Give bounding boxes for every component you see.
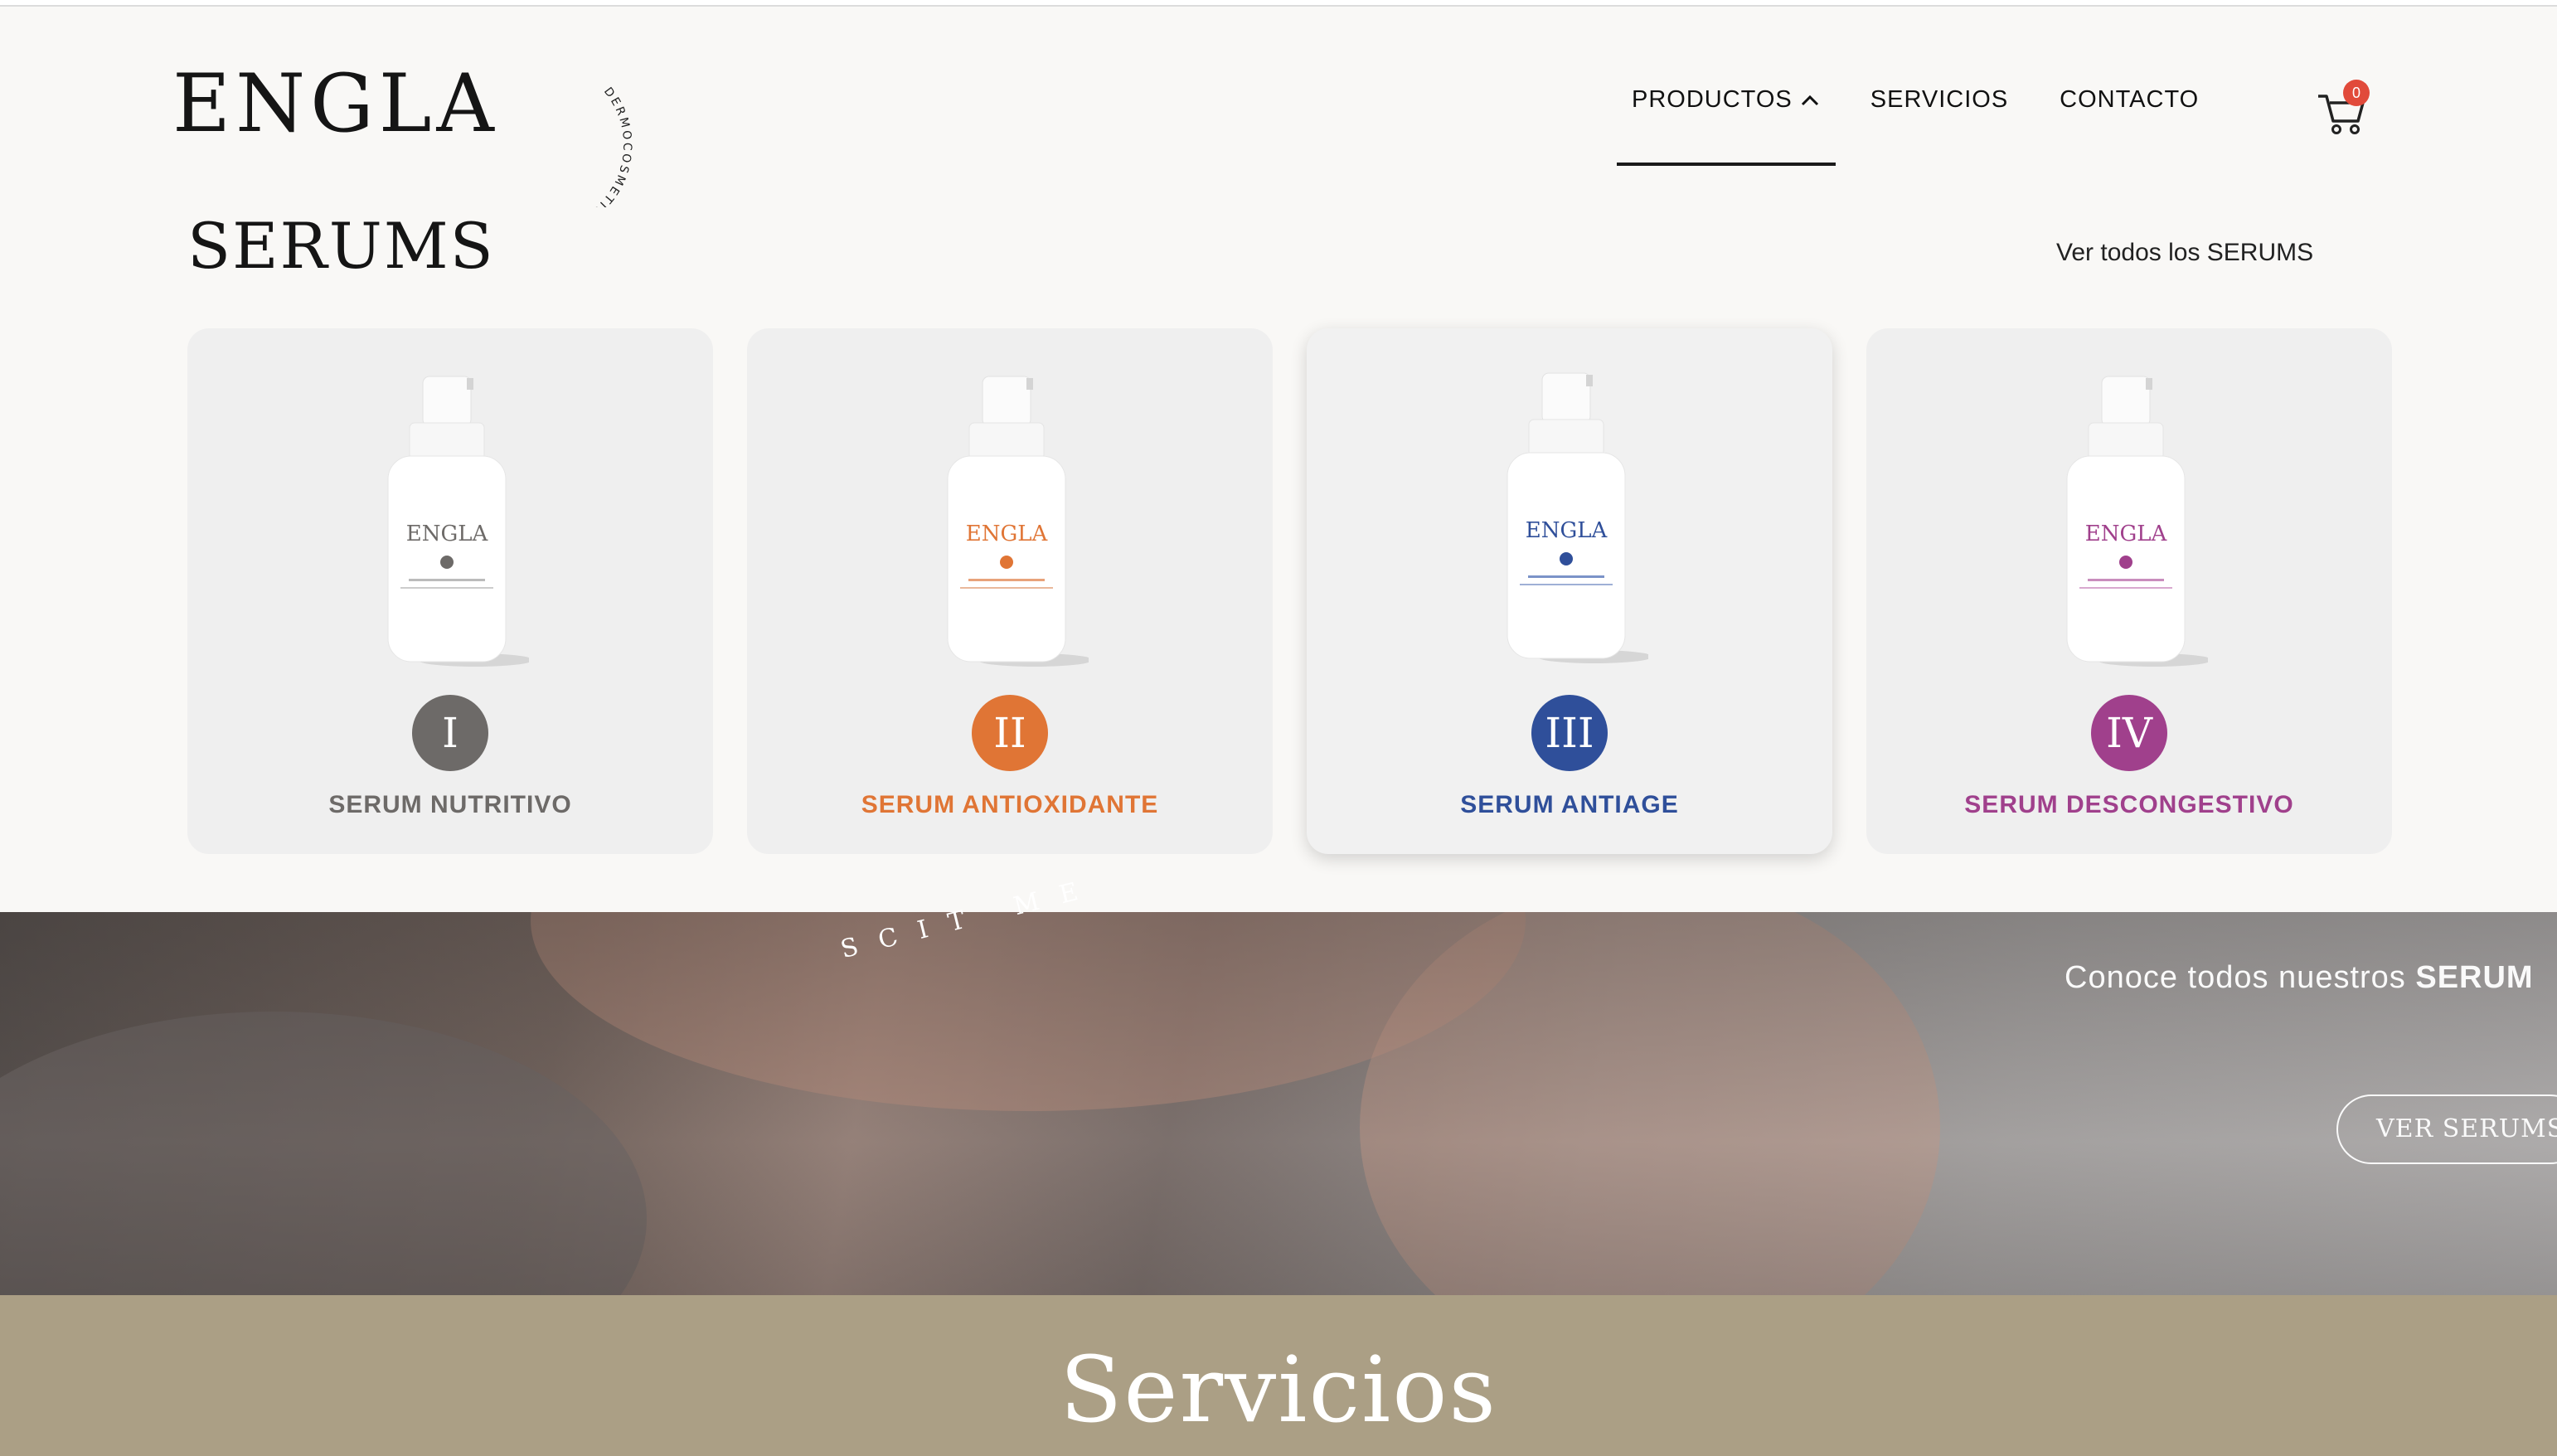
cart-count-badge: 0	[2343, 80, 2370, 106]
serums-banner: Conoce todos nuestros SERUM VER SERUMS	[0, 912, 2557, 1295]
nav-productos-label: PRODUCTOS	[1632, 86, 1793, 113]
main-nav: PRODUCTOS SERVICIOS CONTACTO	[1632, 86, 2250, 114]
product-card-antioxidante[interactable]: ENGLA II SERUM ANTIOXIDANTE	[747, 328, 1273, 854]
banner-headline: Conoce todos nuestros SERUM	[2065, 960, 2534, 996]
svg-text:DERMOCOSMETICS: DERMOCOSMETICS	[580, 85, 633, 207]
product-card-nutritivo[interactable]: ENGLA I SERUM NUTRITIVO	[187, 328, 713, 854]
product-card-antiage[interactable]: ENGLA III SERUM ANTIAGE	[1307, 328, 1832, 854]
chevron-up-icon	[1801, 90, 1819, 111]
numeral-badge: II	[972, 695, 1048, 771]
services-section: Servicios	[0, 1295, 2557, 1456]
product-bottle-image: ENGLA	[947, 376, 1089, 667]
nav-contacto[interactable]: CONTACTO	[2060, 86, 2199, 114]
see-all-serums-link[interactable]: Ver todos los SERUMS	[2056, 239, 2313, 267]
logo-arc-tagline: DERMOCOSMETICS	[580, 85, 633, 207]
brand-logo[interactable]: ENGLA DERMOCOSMETICS	[172, 58, 631, 207]
bottle-brand: ENGLA	[406, 522, 489, 546]
brand-tagline: DERMOCOSMETICS	[580, 85, 631, 207]
banner-text-bold: SERUM	[2415, 960, 2534, 995]
product-bottle-image: ENGLA	[2066, 376, 2208, 667]
product-card-descongestivo[interactable]: ENGLA IV SERUM DESCONGESTIVO	[1866, 328, 2392, 854]
ver-serums-button[interactable]: VER SERUMS	[2336, 1094, 2557, 1164]
browser-top-edge	[0, 0, 2557, 7]
product-name[interactable]: SERUM ANTIAGE	[1307, 791, 1832, 819]
numeral-badge: IV	[2091, 695, 2167, 771]
product-bottle-image: ENGLA	[387, 376, 529, 667]
bottle-brand: ENGLA	[2085, 522, 2168, 546]
services-title: Servicios	[1060, 1337, 1497, 1443]
nav-productos[interactable]: PRODUCTOS	[1632, 86, 1819, 114]
product-bottle-image: ENGLA	[1507, 372, 1648, 663]
numeral-badge: III	[1531, 695, 1608, 771]
bottle-brand: ENGLA	[966, 522, 1049, 546]
banner-text-prefix: Conoce todos nuestros	[2065, 960, 2416, 995]
product-name[interactable]: SERUM DESCONGESTIVO	[1866, 791, 2392, 819]
bottle-brand: ENGLA	[1526, 518, 1608, 543]
section-title: SERUMS	[187, 209, 495, 283]
nav-servicios[interactable]: SERVICIOS	[1870, 86, 2008, 114]
product-name[interactable]: SERUM ANTIOXIDANTE	[747, 791, 1273, 819]
product-name[interactable]: SERUM NUTRITIVO	[187, 791, 713, 819]
numeral-badge: I	[412, 695, 488, 771]
nav-active-underline	[1617, 163, 1836, 166]
